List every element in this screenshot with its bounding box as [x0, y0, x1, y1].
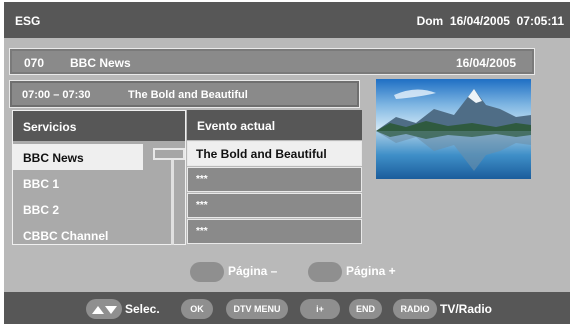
header-bar: ESG Dom 16/04/2005 07:05:11	[4, 2, 570, 38]
channel-date: 16/04/2005	[455, 56, 516, 70]
event-item[interactable]: The Bold and Beautiful	[187, 141, 362, 166]
service-item-cbbc-channel[interactable]: CBBC Channel	[13, 222, 143, 248]
program-time: 07:00 – 07:30	[22, 89, 91, 101]
current-datetime: Dom 16/04/2005 07:05:11	[416, 14, 564, 28]
event-item[interactable]: ***	[187, 219, 362, 244]
select-label: Selec.	[125, 302, 160, 316]
info-button[interactable]: i+	[300, 299, 340, 319]
channel-name: BBC News	[70, 56, 131, 70]
tv-radio-label: TV/Radio	[440, 302, 493, 316]
page-next-control[interactable]: Página +	[308, 260, 418, 282]
select-arrows-button[interactable]	[86, 299, 122, 319]
video-preview-image	[376, 79, 531, 179]
event-item[interactable]: ***	[187, 193, 362, 218]
esg-screen: ESG Dom 16/04/2005 07:05:11 070 BBC News…	[4, 2, 570, 324]
page-next-label: Página +	[346, 264, 396, 278]
end-button[interactable]: END	[349, 299, 382, 319]
page-prev-key-icon[interactable]	[190, 262, 224, 282]
screen-title: ESG	[15, 14, 41, 28]
radio-button[interactable]: RADIO	[393, 299, 437, 319]
ok-button[interactable]: OK	[181, 299, 213, 319]
dtv-menu-button[interactable]: DTV MENU	[226, 299, 288, 319]
page-prev-control[interactable]: Página –	[190, 260, 300, 282]
services-scrollbar[interactable]	[171, 151, 174, 245]
footer-bar: Selec. OK DTV MENU i+ END RADIO TV/Radio	[4, 292, 570, 324]
service-item-bbc-news[interactable]: BBC News	[13, 144, 143, 170]
page-next-key-icon[interactable]	[308, 262, 342, 282]
program-info-bar: 07:00 – 07:30 The Bold and Beautiful	[9, 80, 360, 108]
arrow-down-icon	[104, 305, 117, 314]
arrow-up-icon	[91, 305, 104, 314]
service-item-bbc-2[interactable]: BBC 2	[13, 196, 143, 222]
program-title: The Bold and Beautiful	[128, 89, 248, 101]
channel-info-bar: 070 BBC News 16/04/2005	[9, 48, 535, 75]
services-header: Servicios	[13, 111, 185, 141]
services-scroll-thumb[interactable]	[153, 148, 185, 160]
channel-number: 070	[24, 56, 45, 70]
services-list: Servicios BBC News BBC 1 BBC 2 CBBC Chan…	[12, 110, 186, 245]
events-header: Evento actual	[187, 110, 362, 140]
service-item-bbc-1[interactable]: BBC 1	[13, 170, 143, 196]
event-item[interactable]: ***	[187, 167, 362, 192]
events-list: Evento actual The Bold and Beautiful ***…	[187, 110, 362, 245]
page-prev-label: Página –	[228, 264, 278, 278]
